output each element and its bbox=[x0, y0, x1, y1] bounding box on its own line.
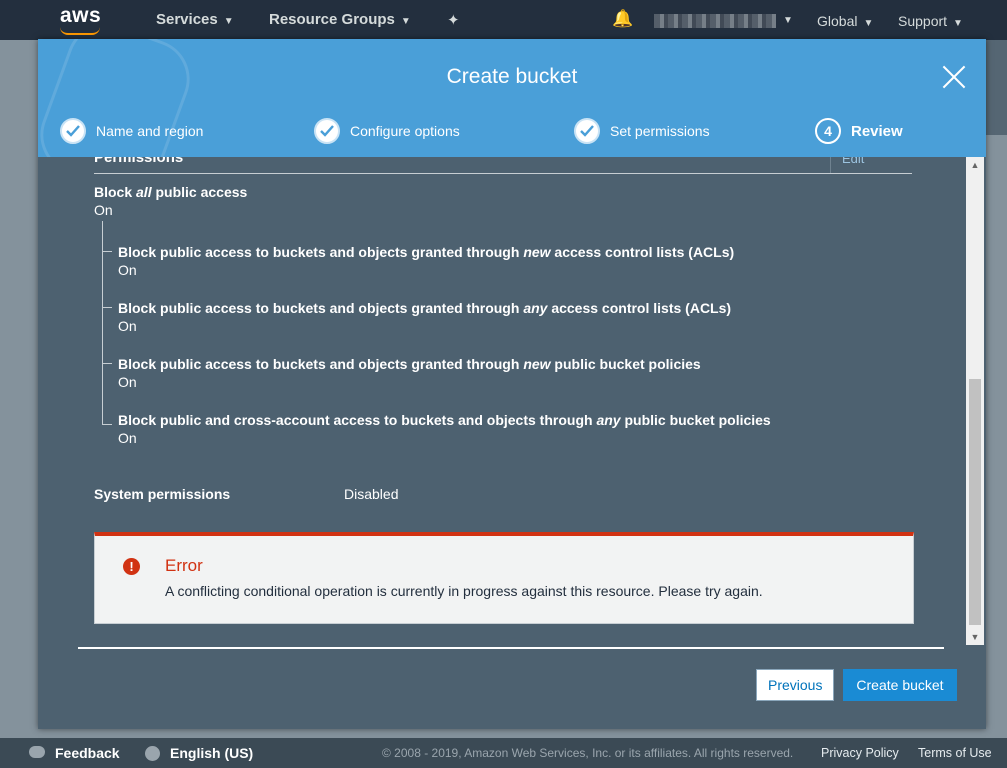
region-label: Global bbox=[817, 13, 858, 29]
tree-connector bbox=[102, 363, 112, 364]
check-circle-icon bbox=[314, 118, 340, 144]
step-configure-options[interactable]: Configure options bbox=[314, 117, 460, 145]
feedback-icon bbox=[29, 746, 45, 758]
chevron-down-icon: ▼ bbox=[783, 15, 793, 26]
create-bucket-button[interactable]: Create bucket bbox=[843, 669, 957, 701]
bell-icon[interactable]: 🔔 bbox=[612, 9, 633, 29]
modal-body: Permissions Edit Block all public access… bbox=[38, 157, 986, 647]
aws-logo-smile-icon bbox=[60, 27, 100, 35]
modal-scrollbar[interactable]: ▲ ▼ bbox=[966, 157, 984, 645]
step-set-permissions[interactable]: Set permissions bbox=[574, 117, 710, 145]
scroll-up-icon[interactable]: ▲ bbox=[966, 157, 984, 173]
divider bbox=[78, 647, 944, 649]
services-menu[interactable]: Services ▼ bbox=[156, 11, 234, 28]
step-label: Name and region bbox=[96, 123, 204, 139]
chevron-down-icon: ▼ bbox=[400, 16, 411, 27]
setting-value: On bbox=[118, 374, 137, 390]
services-label: Services bbox=[156, 11, 218, 28]
check-circle-icon bbox=[574, 118, 600, 144]
error-title: Error bbox=[165, 556, 203, 575]
chevron-down-icon: ▼ bbox=[223, 16, 234, 27]
close-icon[interactable] bbox=[938, 63, 970, 95]
step-label: Configure options bbox=[350, 123, 460, 139]
system-permissions-label: System permissions bbox=[94, 486, 231, 502]
scrollbar-thumb[interactable] bbox=[969, 379, 981, 625]
aws-logo[interactable]: aws bbox=[60, 4, 101, 28]
privacy-policy-link[interactable]: Privacy Policy bbox=[821, 746, 899, 760]
modal-header: Create bucket Name and region Configure … bbox=[38, 39, 986, 157]
block-all-heading: Block all public access bbox=[94, 184, 248, 200]
scroll-down-icon[interactable]: ▼ bbox=[966, 629, 984, 645]
tree-connector bbox=[102, 424, 112, 425]
setting-new-acls: Block public access to buckets and objec… bbox=[118, 244, 735, 260]
create-bucket-modal: Create bucket Name and region Configure … bbox=[38, 39, 986, 729]
modal-title: Create bucket bbox=[446, 65, 578, 88]
setting-value: On bbox=[118, 318, 137, 334]
step-name-and-region[interactable]: Name and region bbox=[60, 117, 203, 145]
setting-new-policies: Block public access to buckets and objec… bbox=[118, 356, 701, 372]
error-alert: ! Error A conflicting conditional operat… bbox=[94, 532, 914, 624]
chevron-down-icon: ▼ bbox=[953, 18, 963, 29]
feedback-link[interactable]: Feedback bbox=[55, 745, 120, 761]
step-review[interactable]: 4 Review bbox=[815, 117, 903, 145]
setting-any-policies: Block public and cross-account access to… bbox=[118, 412, 771, 428]
resource-groups-menu[interactable]: Resource Groups ▼ bbox=[269, 11, 411, 28]
error-message: A conflicting conditional operation is c… bbox=[165, 583, 763, 599]
account-name-redacted[interactable] bbox=[654, 14, 776, 28]
support-menu[interactable]: Support ▼ bbox=[898, 13, 963, 29]
region-menu[interactable]: Global ▼ bbox=[817, 13, 873, 29]
pin-icon[interactable]: ✦ bbox=[447, 11, 460, 29]
support-label: Support bbox=[898, 13, 948, 29]
step-number-icon: 4 bbox=[815, 118, 841, 144]
divider bbox=[94, 173, 912, 174]
terms-of-use-link[interactable]: Terms of Use bbox=[918, 746, 992, 760]
error-icon: ! bbox=[123, 558, 140, 575]
setting-value: On bbox=[118, 262, 137, 278]
block-all-value: On bbox=[94, 202, 113, 218]
language-selector[interactable]: English (US) bbox=[170, 745, 253, 761]
step-label: Set permissions bbox=[610, 123, 710, 139]
setting-value: On bbox=[118, 430, 137, 446]
section-title: Permissions bbox=[94, 157, 184, 166]
resource-groups-label: Resource Groups bbox=[269, 11, 395, 28]
system-permissions-value: Disabled bbox=[344, 486, 399, 502]
background-panel-edge bbox=[985, 40, 1007, 135]
tree-connector bbox=[102, 307, 112, 308]
bottom-bar: Feedback English (US) © 2008 - 2019, Ama… bbox=[0, 738, 1007, 768]
copyright-text: © 2008 - 2019, Amazon Web Services, Inc.… bbox=[382, 746, 794, 760]
tree-connector bbox=[102, 251, 112, 252]
previous-button[interactable]: Previous bbox=[756, 669, 834, 701]
step-label: Review bbox=[851, 122, 903, 140]
globe-icon bbox=[145, 746, 160, 761]
setting-any-acls: Block public access to buckets and objec… bbox=[118, 300, 732, 316]
top-navigation: aws Services ▼ Resource Groups ▼ ✦ 🔔 ▼ Glo… bbox=[0, 0, 1007, 40]
divider bbox=[830, 157, 831, 173]
edit-link[interactable]: Edit bbox=[842, 157, 864, 166]
chevron-down-icon: ▼ bbox=[863, 18, 874, 29]
check-circle-icon bbox=[60, 118, 86, 144]
